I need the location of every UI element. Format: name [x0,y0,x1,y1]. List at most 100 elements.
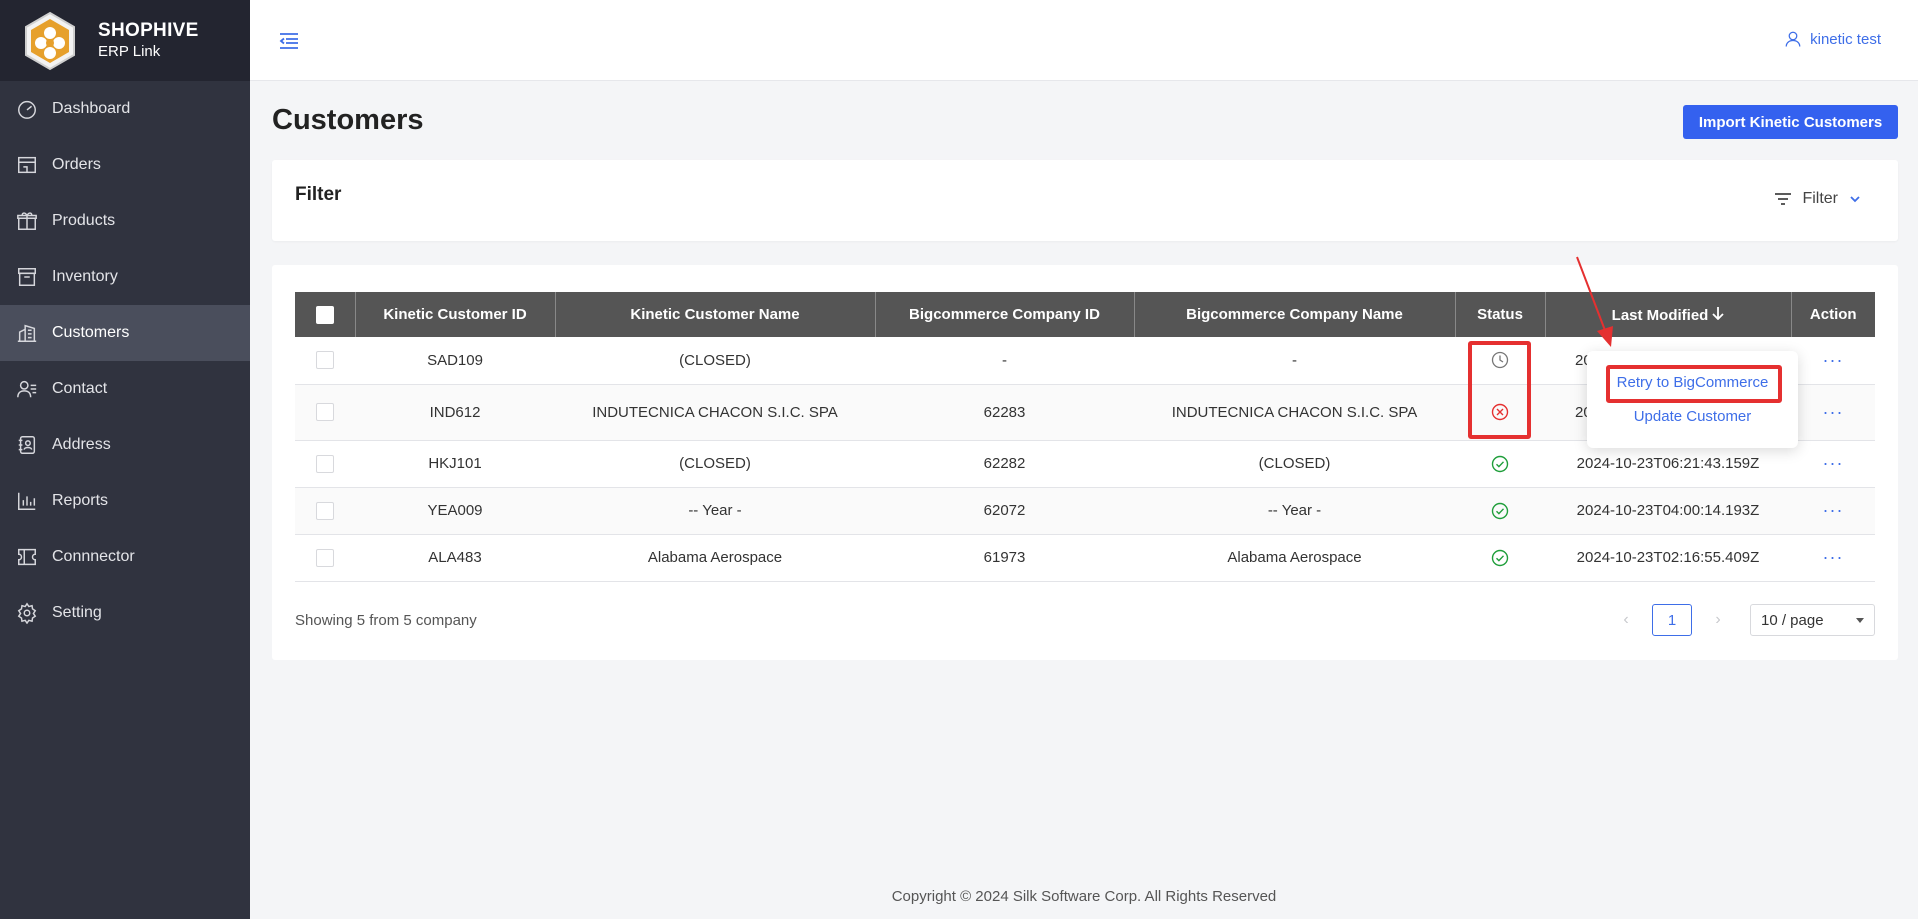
sidebar-item-label: Address [52,436,111,453]
row-checkbox[interactable] [316,454,334,473]
page-size-select[interactable]: 10 / page [1750,604,1875,636]
shophive-logo [25,11,75,70]
cell-kinetic-name: (CLOSED) [555,440,875,488]
row-action-menu[interactable]: ··· [1823,453,1844,473]
filter-toggle-button[interactable]: Filter [1774,190,1862,208]
cell-kinetic-id: SAD109 [355,337,555,385]
import-kinetic-customers-button[interactable]: Import Kinetic Customers [1683,105,1898,139]
address-book-icon [18,436,36,454]
row-action-menu[interactable]: ··· [1823,350,1844,370]
row-checkbox[interactable] [316,351,334,370]
row-checkbox[interactable] [316,548,334,567]
cell-kinetic-id: HKJ101 [355,440,555,488]
archive-icon [18,268,36,286]
cell-kinetic-name: (CLOSED) [555,337,875,385]
col-bigcommerce-company-name[interactable]: Bigcommerce Company Name [1134,292,1456,337]
sidebar-item-label: Contact [52,380,108,397]
filter-title: Filter [295,184,342,205]
cell-kinetic-name: Alabama Aerospace [555,534,875,582]
update-customer-option[interactable]: Update Customer [1587,408,1798,425]
sort-down-icon[interactable] [1712,306,1724,320]
connector-icon [18,548,36,566]
cell-kinetic-name: -- Year - [555,487,875,535]
col-bigcommerce-company-id[interactable]: Bigcommerce Company ID [875,292,1135,337]
row-checkbox[interactable] [316,403,334,422]
sidebar-nav: Dashboard Orders Products Inventory Cust… [0,81,250,641]
cell-bc-id: 61973 [875,534,1134,582]
sidebar-item-label: Connnector [52,548,135,565]
cell-bc-id: 62072 [875,487,1134,535]
sidebar-item-label: Setting [52,604,102,621]
row-action-menu[interactable]: ··· [1823,547,1844,567]
col-action: Action [1791,292,1875,337]
filter-lines-icon [1775,193,1792,205]
cell-action: ··· [1791,440,1875,488]
top-header: kinetic test [250,0,1918,81]
status-highlight-box [1468,341,1531,439]
sidebar-item-orders[interactable]: Orders [0,137,250,193]
col-kinetic-customer-name[interactable]: Kinetic Customer Name [555,292,876,337]
cell-last-modified: 2024-10-23T04:00:14.193Z [1545,487,1791,535]
cell-kinetic-id: ALA483 [355,534,555,582]
dashboard-icon [18,100,36,119]
cell-bc-name: -- Year - [1134,487,1455,535]
prev-page-icon[interactable]: ‹ [1614,611,1638,629]
row-action-menu[interactable]: ··· [1823,500,1844,520]
cell-status [1455,487,1545,535]
sidebar-item-connector[interactable]: Connnector [0,529,250,585]
sidebar-item-label: Reports [52,492,109,509]
menu-collapse-icon[interactable] [278,30,300,52]
user-name: kinetic test [1810,30,1881,48]
bar-chart-icon [18,492,36,510]
col-status[interactable]: Status [1455,292,1546,337]
select-all-header[interactable] [295,292,356,337]
buildings-icon [17,324,37,342]
store-icon [18,156,36,174]
gift-icon [17,212,37,230]
pagination: ‹ 1 › 10 / page [1614,604,1875,636]
col-last-modified[interactable]: Last Modified [1545,292,1792,337]
select-all-checkbox[interactable] [315,305,334,324]
filter-toggle-label: Filter [1802,190,1838,207]
sidebar-item-label: Inventory [52,268,118,285]
sidebar-item-reports[interactable]: Reports [0,473,250,529]
cell-last-modified: 2024-10-23T02:16:55.409Z [1545,534,1791,582]
cell-action: ··· [1791,534,1875,582]
cell-kinetic-id: IND612 [355,384,555,441]
page-size-value: 10 / page [1761,611,1824,629]
showing-count: Showing 5 from 5 company [295,612,477,629]
cell-bc-name: (CLOSED) [1134,440,1455,488]
page-number-button[interactable]: 1 [1652,604,1692,636]
sidebar-item-inventory[interactable]: Inventory [0,249,250,305]
table-header-row: Kinetic Customer ID Kinetic Customer Nam… [295,292,1875,337]
brand[interactable]: SHOPHIVE ERP Link [0,0,250,81]
chevron-down-icon [1850,196,1860,203]
sidebar-item-label: Dashboard [52,100,131,117]
user-icon [1785,31,1801,47]
sidebar-item-label: Orders [52,156,101,173]
cell-status [1455,534,1545,582]
check-circle-icon [1491,549,1509,566]
filter-card: Filter Filter [272,160,1898,241]
sidebar-item-contact[interactable]: Contact [0,361,250,417]
sidebar-item-dashboard[interactable]: Dashboard [0,81,250,137]
cell-action: ··· [1791,384,1875,441]
customers-table-card: Kinetic Customer ID Kinetic Customer Nam… [272,265,1898,660]
col-kinetic-customer-id[interactable]: Kinetic Customer ID [355,292,556,337]
cell-bc-id: - [875,337,1134,385]
footer-copyright: Copyright © 2024 Silk Software Corp. All… [891,888,1277,905]
cell-action: ··· [1791,487,1875,535]
sidebar-item-setting[interactable]: Setting [0,585,250,641]
sidebar-item-label: Products [52,212,116,229]
sidebar-item-customers[interactable]: Customers [0,305,250,361]
cell-action: ··· [1791,337,1875,385]
user-menu[interactable]: kinetic test [1784,30,1881,48]
cell-bc-name: INDUTECNICA CHACON S.I.C. SPA [1134,384,1455,441]
row-action-menu[interactable]: ··· [1823,402,1844,422]
sidebar-item-products[interactable]: Products [0,193,250,249]
next-page-icon[interactable]: › [1706,611,1730,629]
caret-down-icon [1856,617,1864,623]
page-title: Customers [272,104,424,136]
row-checkbox[interactable] [316,501,334,520]
sidebar-item-address[interactable]: Address [0,417,250,473]
